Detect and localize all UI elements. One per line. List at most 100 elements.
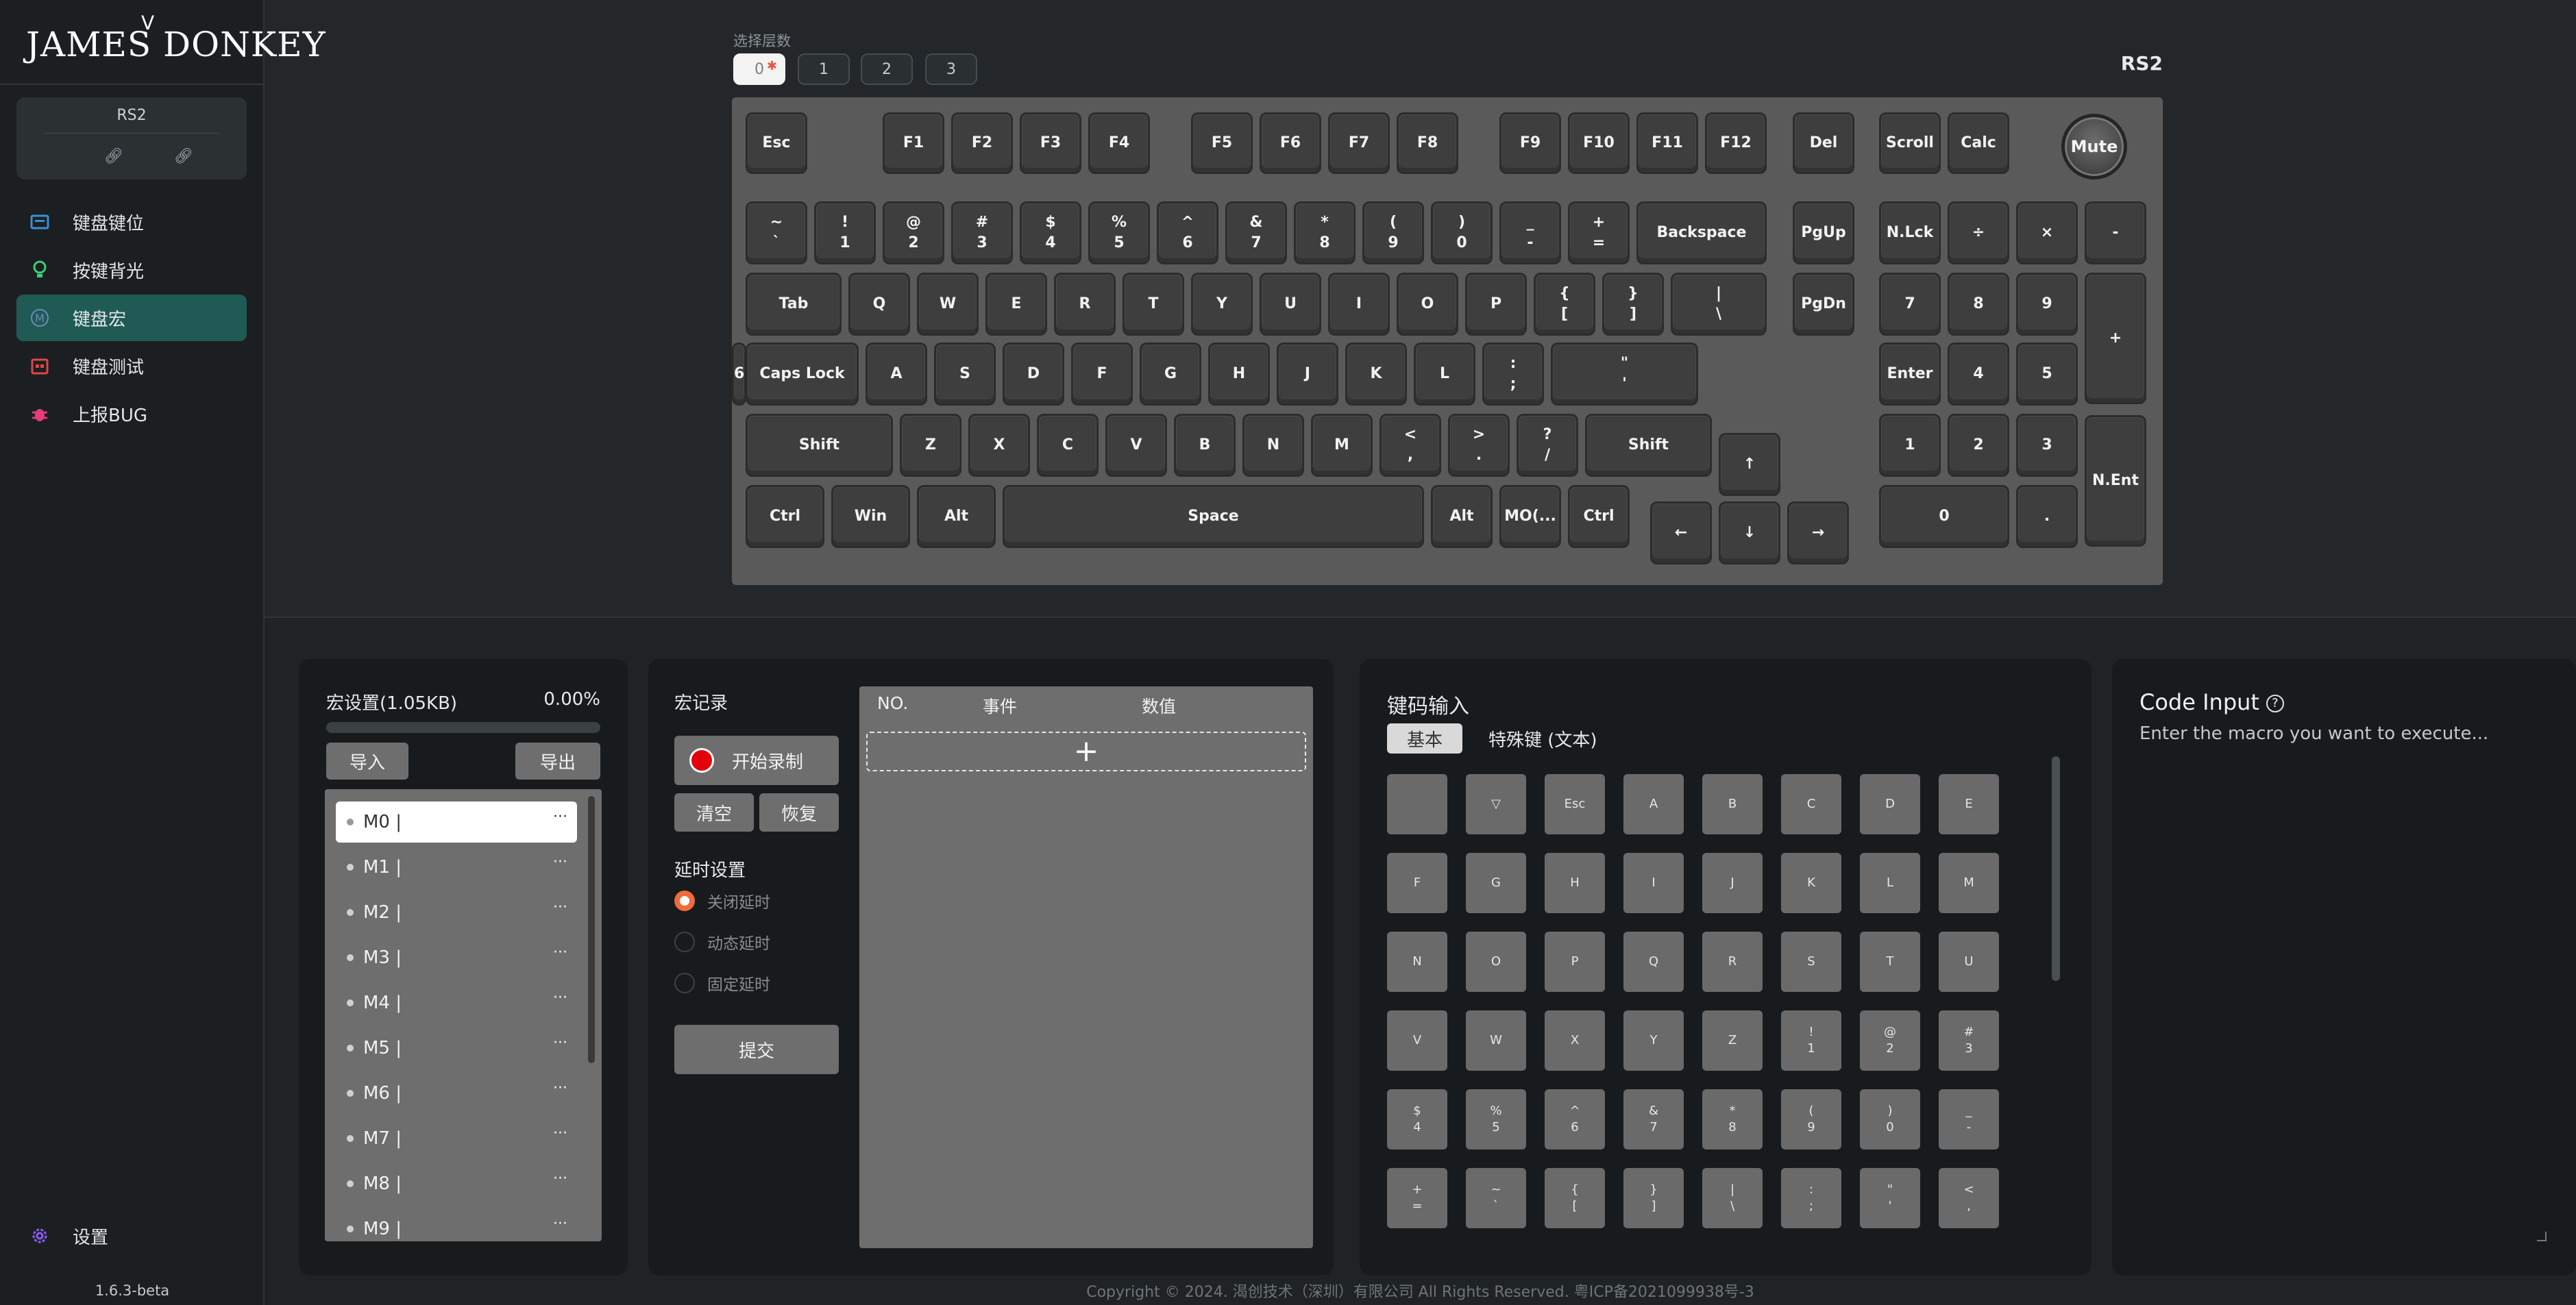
key-symbol[interactable]: + = <box>1568 201 1630 264</box>
layer-tab-3[interactable]: 3 <box>925 53 977 85</box>
keycode-j[interactable]: J <box>1702 853 1763 913</box>
key-v[interactable]: V <box>1105 414 1167 477</box>
delay-option-off[interactable]: 关闭延时 <box>674 889 770 912</box>
key-ctrl[interactable]: Ctrl <box>746 485 824 548</box>
keycode-n[interactable]: N <box>1387 932 1447 992</box>
device-card[interactable]: RS2 🔗︎ 🔗︎ <box>16 97 247 179</box>
delay-option-dynamic[interactable]: 动态延时 <box>674 930 770 954</box>
keycode-v[interactable]: V <box>1387 1010 1447 1071</box>
key-symbol[interactable]: ↑ <box>1719 433 1780 496</box>
key-f[interactable]: F <box>1071 343 1133 406</box>
key-enter[interactable]: Enter <box>1879 343 1941 406</box>
key-f7[interactable]: F7 <box>1328 112 1390 174</box>
keycode-g[interactable]: G <box>1466 853 1526 913</box>
keycode-y[interactable]: Y <box>1623 1010 1684 1071</box>
macro-item-m3[interactable]: M3 | ··· <box>336 937 577 978</box>
macro-item-m8[interactable]: M8 | ··· <box>336 1163 577 1204</box>
sidebar-item-backlight[interactable]: 按键背光 <box>16 247 247 293</box>
key-f11[interactable]: F11 <box>1636 112 1698 174</box>
key-g[interactable]: G <box>1140 343 1201 406</box>
sidebar-item-report-bug[interactable]: 上报BUG <box>16 390 247 437</box>
keycode-a[interactable]: A <box>1623 774 1684 834</box>
keycode-s[interactable]: S <box>1781 932 1841 992</box>
key-alt[interactable]: Alt <box>1431 485 1493 548</box>
key-scroll[interactable]: Scroll <box>1879 112 1941 174</box>
keycode-symbol[interactable]: _ - <box>1939 1089 1999 1149</box>
key-symbol[interactable]: ? / <box>1517 414 1578 477</box>
key-c[interactable]: C <box>1037 414 1099 477</box>
key-4[interactable]: $ 4 <box>1020 201 1081 264</box>
key-n-ent[interactable]: N.Ent <box>2085 415 2146 547</box>
key-symbol[interactable]: . <box>2016 485 2078 548</box>
more-options-icon[interactable]: ··· <box>553 1034 567 1052</box>
layer-tab-1[interactable]: 1 <box>798 53 850 85</box>
keycode-m[interactable]: M <box>1939 853 1999 913</box>
keycode-i[interactable]: I <box>1623 853 1684 913</box>
key-o[interactable]: O <box>1397 273 1458 336</box>
volume-knob-mute[interactable]: Mute <box>2061 114 2127 179</box>
key-h[interactable]: H <box>1208 343 1270 406</box>
key-f6[interactable]: F6 <box>1260 112 1321 174</box>
more-options-icon[interactable]: ··· <box>553 1125 567 1142</box>
key-8[interactable]: 8 <box>1948 273 2009 336</box>
key-9[interactable]: 9 <box>2016 273 2078 336</box>
keycode-f[interactable]: F <box>1387 853 1447 913</box>
key-6[interactable]: ^ 6 <box>1157 201 1218 264</box>
key-u[interactable]: U <box>1260 273 1321 336</box>
keycode-symbol[interactable]: ~ ` <box>1466 1168 1526 1228</box>
key-del[interactable]: Del <box>1793 112 1854 174</box>
keycode-3[interactable]: # 3 <box>1939 1010 1999 1071</box>
key-n-lck[interactable]: N.Lck <box>1879 201 1941 264</box>
keycode-symbol[interactable]: { [ <box>1545 1168 1605 1228</box>
key-7[interactable]: & 7 <box>1225 201 1287 264</box>
key-e[interactable]: E <box>985 273 1047 336</box>
key-9[interactable]: ( 9 <box>1362 201 1424 264</box>
key-p[interactable]: P <box>1465 273 1527 336</box>
keycode-esc[interactable]: Esc <box>1545 774 1605 834</box>
key-symbol[interactable]: ~ ` <box>746 201 807 264</box>
key-t[interactable]: T <box>1123 273 1184 336</box>
key-win[interactable]: Win <box>831 485 910 548</box>
key-d[interactable]: D <box>1003 343 1064 406</box>
keycode-e[interactable]: E <box>1939 774 1999 834</box>
keycode-p[interactable]: P <box>1545 932 1605 992</box>
unlink-icon[interactable]: 🔗︎ <box>174 148 193 165</box>
keycode-symbol[interactable]: < , <box>1939 1168 1999 1228</box>
keycode-symbol[interactable]: : ; <box>1781 1168 1841 1228</box>
key-8[interactable]: * 8 <box>1294 201 1356 264</box>
key-f3[interactable]: F3 <box>1020 112 1081 174</box>
key-pgdn[interactable]: PgDn <box>1793 273 1854 336</box>
key-symbol[interactable]: - <box>2085 201 2146 264</box>
clear-button[interactable]: 清空 <box>674 793 754 832</box>
key-symbol[interactable]: ← <box>1650 501 1712 564</box>
key-calc[interactable]: Calc <box>1948 112 2009 174</box>
import-button[interactable]: 导入 <box>326 743 408 780</box>
keycode-k[interactable]: K <box>1781 853 1841 913</box>
macro-list-scrollbar[interactable] <box>588 796 595 1063</box>
key-symbol[interactable]: : ; <box>1482 343 1544 406</box>
keycode-symbol[interactable]: " ' <box>1860 1168 1920 1228</box>
key-7[interactable]: 7 <box>1879 273 1941 336</box>
key-6[interactable]: 6 <box>732 343 747 406</box>
more-options-icon[interactable]: ··· <box>553 854 567 871</box>
key-symbol[interactable]: { [ <box>1534 273 1595 336</box>
key-y[interactable]: Y <box>1191 273 1253 336</box>
macro-item-m5[interactable]: M5 | ··· <box>336 1028 577 1069</box>
sidebar-item-settings[interactable]: 设置 <box>16 1213 247 1259</box>
keycode-9[interactable]: ( 9 <box>1781 1089 1841 1149</box>
keycode-symbol[interactable]: + = <box>1387 1168 1447 1228</box>
keycode-z[interactable]: Z <box>1702 1010 1763 1071</box>
keycode-symbol[interactable]: } ] <box>1623 1168 1684 1228</box>
key-shift[interactable]: Shift <box>1585 414 1712 477</box>
keycode-c[interactable]: C <box>1781 774 1841 834</box>
layer-tab-0[interactable]: 0 ✱ <box>733 53 785 85</box>
keycode-blank[interactable] <box>1387 774 1447 834</box>
restore-button[interactable]: 恢复 <box>759 793 839 832</box>
sidebar-item-test[interactable]: 键盘测试 <box>16 343 247 389</box>
key-esc[interactable]: Esc <box>746 112 807 174</box>
macro-item-m7[interactable]: M7 | ··· <box>336 1118 577 1159</box>
key-symbol[interactable]: × <box>2016 201 2078 264</box>
keycode-2[interactable]: @ 2 <box>1860 1010 1920 1071</box>
key-w[interactable]: W <box>917 273 979 336</box>
keycode-4[interactable]: $ 4 <box>1387 1089 1447 1149</box>
